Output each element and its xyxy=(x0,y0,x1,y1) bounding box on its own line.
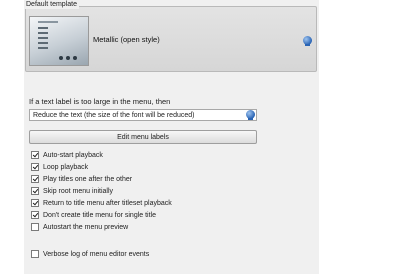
option-return-to-title-menu[interactable]: Return to title menu after titleset play… xyxy=(31,198,172,208)
thumbnail-nav-dot xyxy=(59,56,63,60)
thumbnail-menu-line xyxy=(38,32,48,34)
option-loop-playback[interactable]: Loop playback xyxy=(31,162,88,172)
thumbnail-menu-line xyxy=(38,42,48,44)
thumbnail-nav-dot xyxy=(66,56,70,60)
thumbnail-title-line xyxy=(38,21,58,23)
thumbnail-menu-line xyxy=(38,27,48,29)
checkbox[interactable] xyxy=(31,223,39,231)
text-label-prompt: If a text label is too large in the menu… xyxy=(29,97,171,106)
checkbox-label: Auto-start playback xyxy=(43,151,103,159)
checkbox[interactable] xyxy=(31,187,39,195)
checkbox-label: Return to title menu after titleset play… xyxy=(43,199,172,207)
checkbox[interactable] xyxy=(31,175,39,183)
edit-menu-labels-button[interactable]: Edit menu labels xyxy=(29,130,257,144)
option-verbose-log[interactable]: Verbose log of menu editor events xyxy=(31,249,149,259)
checkbox[interactable] xyxy=(31,163,39,171)
checkbox-label: Play titles one after the other xyxy=(43,175,133,183)
text-label-dropdown[interactable]: Reduce the text (the size of the font wi… xyxy=(29,109,257,121)
thumbnail-menu-line xyxy=(38,37,48,39)
option-autostart-menu-preview[interactable]: Autostart the menu preview xyxy=(31,222,128,232)
option-no-single-title-menu[interactable]: Don't create title menu for single title xyxy=(31,210,156,220)
option-skip-root-menu[interactable]: Skip root menu initially xyxy=(31,186,113,196)
checkbox[interactable] xyxy=(31,250,39,258)
option-play-titles-sequentially[interactable]: Play titles one after the other xyxy=(31,174,132,184)
globe-icon[interactable] xyxy=(303,36,312,46)
template-thumbnail[interactable] xyxy=(29,16,89,66)
thumbnail-menu-line xyxy=(38,47,48,49)
checkbox[interactable] xyxy=(31,199,39,207)
option-auto-start-playback[interactable]: Auto-start playback xyxy=(31,150,103,160)
checkbox-label: Loop playback xyxy=(43,163,89,171)
checkbox[interactable] xyxy=(31,151,39,159)
checkbox-label: Autostart the menu preview xyxy=(43,223,129,231)
thumbnail-nav-dot xyxy=(73,56,77,60)
default-template-legend: Default template xyxy=(24,0,79,9)
checkbox-label: Skip root menu initially xyxy=(43,187,114,195)
checkbox-label: Don't create title menu for single title xyxy=(43,211,157,219)
checkbox-label: Verbose log of menu editor events xyxy=(43,250,150,258)
globe-icon[interactable] xyxy=(246,110,255,120)
template-name: Metallic (open style) xyxy=(93,35,160,44)
checkbox[interactable] xyxy=(31,211,39,219)
